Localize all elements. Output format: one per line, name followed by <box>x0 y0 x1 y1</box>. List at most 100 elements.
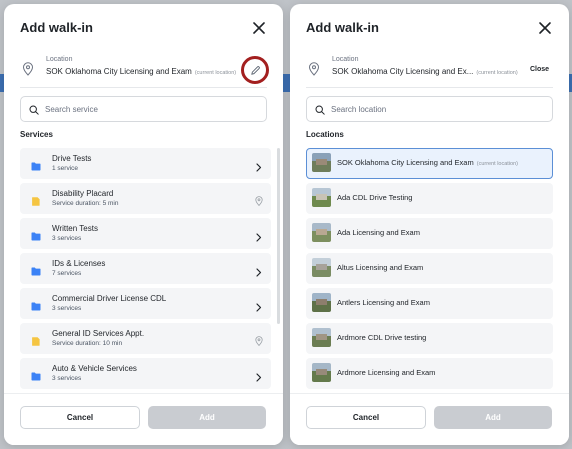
location-photo <box>312 328 331 347</box>
location-item-label: Ada CDL Drive Testing <box>337 193 413 202</box>
add-walk-in-modal-services: Add walk-in Location SOK Oklahoma City L… <box>4 4 283 445</box>
service-subtitle: Service duration: 5 min <box>52 200 119 207</box>
modal-footer: Cancel Add <box>290 393 569 445</box>
location-pin-icon <box>255 193 263 207</box>
location-photo <box>312 258 331 277</box>
pencil-icon <box>250 65 260 75</box>
close-icon[interactable] <box>251 20 267 36</box>
search-service-field[interactable] <box>20 96 267 122</box>
service-item[interactable]: Drive Tests 1 service <box>20 148 271 179</box>
search-service-input[interactable] <box>45 97 245 121</box>
locations-list: SOK Oklahoma City Licensing and Exam (cur… <box>306 148 553 390</box>
folder-icon <box>31 158 41 171</box>
location-label: Location <box>46 56 73 63</box>
folder-icon <box>31 263 41 276</box>
folder-icon <box>31 298 41 311</box>
location-item-name: Antlers Licensing and Exam <box>337 298 430 307</box>
service-subtitle: 3 services <box>52 375 82 382</box>
location-row: Location SOK Oklahoma City Licensing and… <box>306 54 553 88</box>
location-item[interactable]: Altus Licensing and Exam <box>306 253 553 284</box>
modal-title: Add walk-in <box>20 20 93 35</box>
location-row: Location SOK Oklahoma City Licensing and… <box>20 54 269 88</box>
location-item-label: Ardmore Licensing and Exam <box>337 368 436 377</box>
service-name: Disability Placard <box>52 189 114 198</box>
location-item[interactable]: Antlers Licensing and Exam <box>306 288 553 319</box>
close-icon[interactable] <box>537 20 553 36</box>
folder-icon <box>31 368 41 381</box>
add-button[interactable]: Add <box>148 406 266 429</box>
locations-heading: Locations <box>306 130 344 139</box>
location-pin-icon <box>255 333 263 347</box>
search-location-field[interactable] <box>306 96 553 122</box>
service-name: Drive Tests <box>52 154 92 163</box>
edit-location-button[interactable] <box>241 56 269 84</box>
service-subtitle: 1 service <box>52 165 79 172</box>
services-heading: Services <box>20 130 53 139</box>
cancel-button[interactable]: Cancel <box>306 406 426 429</box>
location-photo <box>312 363 331 382</box>
service-name: IDs & Licenses <box>52 259 106 268</box>
location-item-name: Ada CDL Drive Testing <box>337 193 412 202</box>
service-name: Auto & Vehicle Services <box>52 364 137 373</box>
service-item[interactable]: Written Tests 3 services <box>20 218 271 249</box>
add-button[interactable]: Add <box>434 406 552 429</box>
service-subtitle: 3 services <box>52 235 82 242</box>
location-label: Location <box>332 56 359 63</box>
folder-icon <box>31 228 41 241</box>
service-subtitle: Service duration: 10 min <box>52 340 123 347</box>
cancel-button[interactable]: Cancel <box>20 406 140 429</box>
modal-title: Add walk-in <box>306 20 379 35</box>
add-walk-in-modal-locations: Add walk-in Location SOK Oklahoma City L… <box>290 4 569 445</box>
service-item[interactable]: Auto & Vehicle Services 3 services <box>20 358 271 389</box>
location-photo <box>312 223 331 242</box>
current-location-tag: (current location) <box>476 161 519 167</box>
search-location-input[interactable] <box>331 97 531 121</box>
scrollbar[interactable] <box>277 148 280 324</box>
service-item[interactable]: General ID Services Appt. Service duratio… <box>20 323 271 354</box>
close-location-picker-button[interactable]: Close <box>530 66 549 73</box>
location-item[interactable]: SOK Oklahoma City Licensing and Exam (cur… <box>306 148 553 179</box>
current-location-tag: (current location) <box>476 70 518 76</box>
document-icon <box>31 193 41 206</box>
location-photo <box>312 188 331 207</box>
search-icon <box>29 105 39 115</box>
location-value: SOK Oklahoma City Licensing and Ex... (cu… <box>332 67 518 76</box>
modal-header: Add walk-in <box>306 18 553 38</box>
modal-header: Add walk-in <box>20 18 267 38</box>
service-name: General ID Services Appt. <box>52 329 145 338</box>
service-item[interactable]: Commercial Driver License CDL 3 services <box>20 288 271 319</box>
location-item-name: Altus Licensing and Exam <box>337 263 423 272</box>
current-location-tag: (current location) <box>194 70 237 76</box>
chevron-right-icon[interactable] <box>255 369 262 382</box>
location-item[interactable]: Ada CDL Drive Testing <box>306 183 553 214</box>
service-name: Written Tests <box>52 224 98 233</box>
location-item-label: Ardmore CDL Drive testing <box>337 333 427 342</box>
chevron-right-icon[interactable] <box>255 159 262 172</box>
search-icon <box>315 105 325 115</box>
location-item[interactable]: Ardmore Licensing and Exam <box>306 358 553 389</box>
service-name: Commercial Driver License CDL <box>52 294 167 303</box>
location-item-label: SOK Oklahoma City Licensing and Exam <box>337 158 474 167</box>
modal-footer: Cancel Add <box>4 393 283 445</box>
location-item-name: Ada Licensing and Exam <box>337 228 420 237</box>
service-item[interactable]: IDs & Licenses 7 services <box>20 253 271 284</box>
location-item-label: Altus Licensing and Exam <box>337 263 424 272</box>
location-item[interactable]: Ardmore CDL Drive testing <box>306 323 553 354</box>
location-item-name: SOK Oklahoma City Licensing and Exam (cur… <box>337 158 518 167</box>
chevron-right-icon[interactable] <box>255 299 262 312</box>
location-pin-icon <box>308 62 320 76</box>
services-list: Drive Tests 1 service Disability Placard Se… <box>20 148 271 390</box>
location-name: SOK Oklahoma City Licensing and Exam <box>46 67 192 76</box>
service-subtitle: 3 services <box>52 305 82 312</box>
location-item-label: Ada Licensing and Exam <box>337 228 420 237</box>
chevron-right-icon[interactable] <box>255 264 262 277</box>
location-photo <box>312 153 331 172</box>
location-item-label: Antlers Licensing and Exam <box>337 298 430 307</box>
service-item[interactable]: Disability Placard Service duration: 5 mi… <box>20 183 271 214</box>
location-item-name: Ardmore Licensing and Exam <box>337 368 435 377</box>
location-photo <box>312 293 331 312</box>
location-item[interactable]: Ada Licensing and Exam <box>306 218 553 249</box>
service-subtitle: 7 services <box>52 270 82 277</box>
location-item-name: Ardmore CDL Drive testing <box>337 333 426 342</box>
chevron-right-icon[interactable] <box>255 229 262 242</box>
